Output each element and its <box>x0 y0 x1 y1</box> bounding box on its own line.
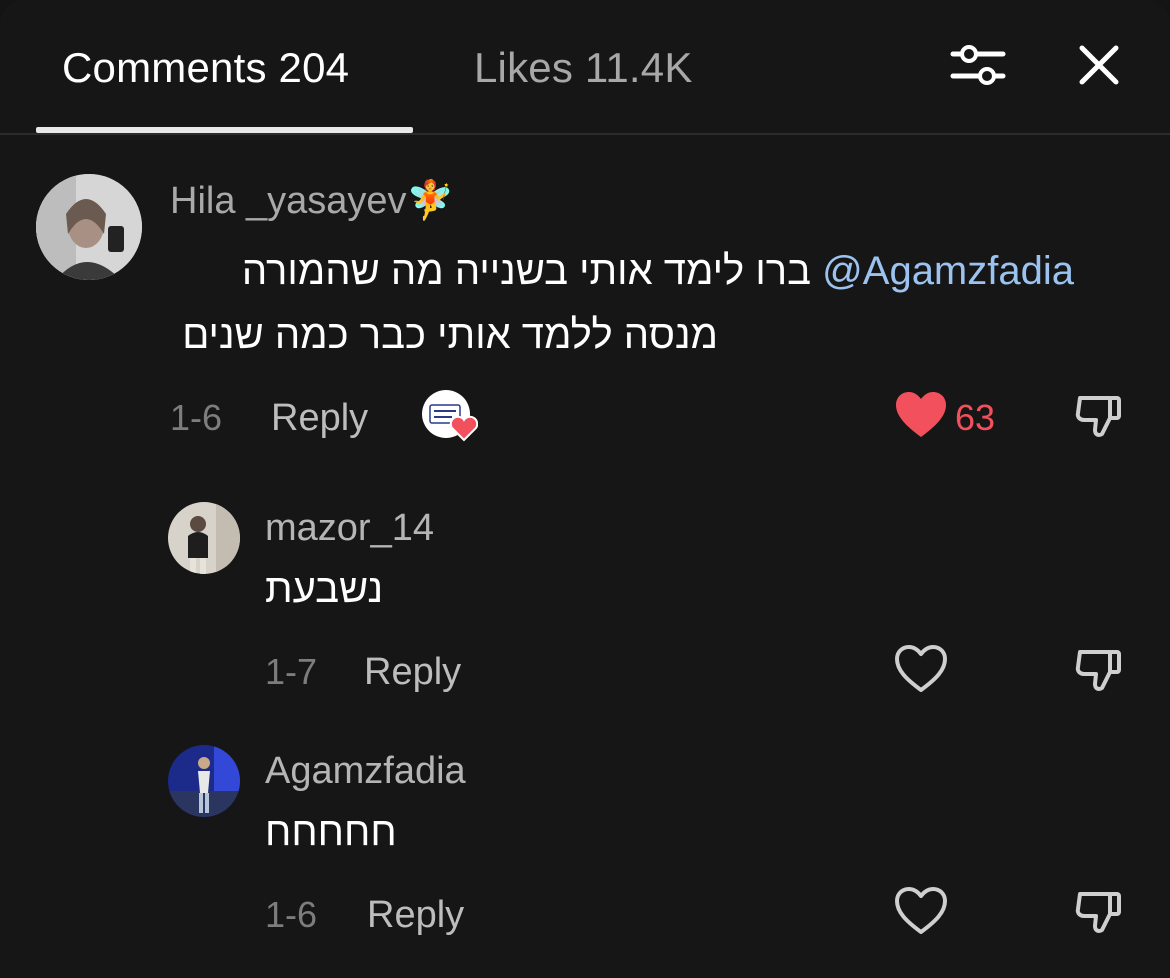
like-button[interactable] <box>894 390 948 440</box>
like-count: 63 <box>955 397 996 438</box>
reply-button[interactable]: Reply <box>364 650 461 694</box>
comment-text: חחחחח <box>265 810 397 854</box>
comment-date: 1-7 <box>265 651 318 692</box>
avatar[interactable] <box>168 502 240 574</box>
creator-liked-badge <box>422 390 479 442</box>
tab-comments[interactable]: Comments 204 <box>62 40 349 96</box>
close-button[interactable] <box>1074 40 1124 90</box>
dislike-button[interactable] <box>1074 644 1124 694</box>
comment-mention[interactable]: @Agamzfadia <box>822 249 1074 293</box>
thumbs-down-icon <box>1075 396 1121 437</box>
comment-text-line2: מנסה ללמד אותי כבר כמה שנים <box>182 313 718 357</box>
comment-date: 1-6 <box>170 397 223 438</box>
heart-filled-icon <box>896 392 946 437</box>
sliders-icon <box>950 45 1006 85</box>
heart-outline-icon <box>895 645 947 692</box>
dislike-button[interactable] <box>1074 886 1124 936</box>
thumbs-down-icon <box>1075 650 1121 691</box>
comment-username[interactable]: Hila _yasayev🧚 <box>170 178 454 224</box>
sheet-header: Comments 204 Likes 11.4K <box>0 0 1170 135</box>
thumbs-down-icon <box>1075 892 1121 933</box>
avatar[interactable] <box>168 745 240 817</box>
tab-likes[interactable]: Likes 11.4K <box>474 40 693 96</box>
comment-date: 1-6 <box>265 894 318 935</box>
comment-username[interactable]: Agamzfadia <box>265 748 466 794</box>
close-icon <box>1079 45 1119 85</box>
filter-button[interactable] <box>948 40 1008 90</box>
like-button[interactable] <box>894 886 948 936</box>
header-divider <box>0 133 1170 135</box>
like-button[interactable] <box>894 644 948 694</box>
comment-text: נשבעת <box>265 567 384 611</box>
comment-text-line1: ברו לימד אותי בשנייה מה שהמורה <box>241 249 812 293</box>
comments-sheet: Comments 204 Likes 11.4K Hila _yasayev🧚 … <box>0 0 1170 978</box>
comment-text: ברו לימד אותי בשנייה מה שהמורה @Agamzfad… <box>242 240 1074 302</box>
dislike-button[interactable] <box>1074 390 1124 440</box>
heart-outline-icon <box>895 887 947 934</box>
reply-button[interactable]: Reply <box>271 396 368 440</box>
reply-button[interactable]: Reply <box>367 893 464 937</box>
comment-username[interactable]: mazor_14 <box>265 505 434 551</box>
avatar[interactable] <box>36 174 142 280</box>
